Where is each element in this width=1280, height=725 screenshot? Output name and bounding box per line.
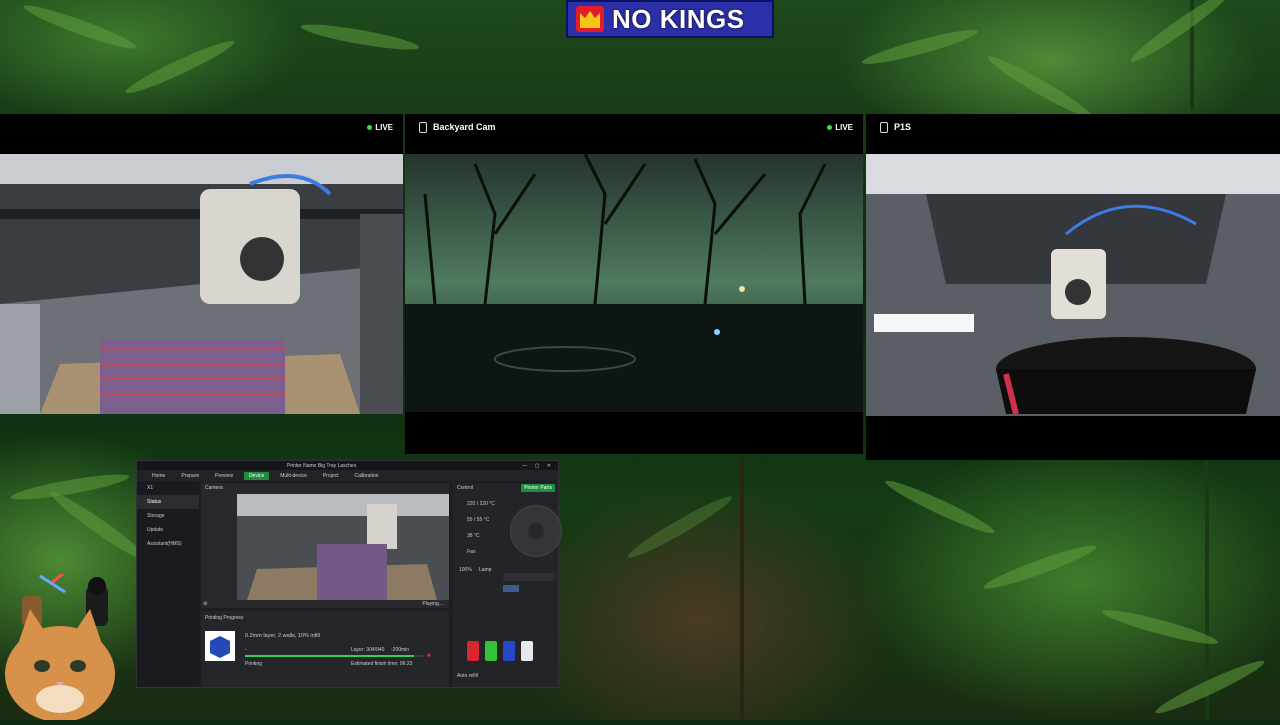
tab-device[interactable]: Device — [243, 471, 270, 480]
ams-slot-2[interactable] — [485, 641, 497, 661]
chamber-temp: 38 °C — [467, 533, 480, 539]
camera-icon — [880, 122, 888, 133]
window-title: Printer Name Big Tray Lasches — [287, 462, 357, 469]
playing-status: Playing... — [422, 601, 443, 607]
cam-header: Backyard Cam LIVE — [405, 114, 863, 154]
bambu-studio-window: Printer Name Big Tray Lasches — ▢ ✕ Home… — [136, 460, 562, 688]
progress-header: Printing Progress — [205, 615, 244, 621]
time-left: -200min — [391, 647, 410, 653]
extruder-controls[interactable] — [503, 573, 555, 581]
cam-title: P1S — [894, 122, 912, 132]
control-label: Control — [457, 485, 474, 491]
tab-project[interactable]: Project — [318, 472, 344, 480]
estimated-finish: Estimated finish time: 06:23 — [351, 661, 413, 667]
ams-slot-4[interactable] — [521, 641, 533, 661]
printer-feed-1 — [0, 154, 403, 414]
home-button[interactable] — [528, 523, 544, 539]
tab-home[interactable]: Home — [147, 472, 170, 480]
printing-progress-panel: Printing Progress 0.2mm layer, 2 walls, … — [201, 611, 449, 687]
no-kings-banner: NO KINGS — [566, 0, 774, 38]
layer-count: Layer: 304/940 — [351, 647, 385, 653]
live-indicator: LIVE — [367, 123, 393, 132]
control-panel: Control Printer Parts 220 / 220 °C 55 / … — [453, 483, 562, 687]
nozzle-temp[interactable]: 220 / 220 °C — [467, 501, 495, 507]
live-indicator: LIVE — [827, 123, 853, 132]
backyard-feed — [405, 154, 863, 412]
app-camera-view — [237, 494, 449, 600]
progress-track — [245, 655, 423, 657]
camera-icon — [419, 122, 427, 133]
tab-prepare[interactable]: Prepare — [176, 472, 204, 480]
bed-temp[interactable]: 55 / 55 °C — [467, 517, 489, 523]
app-tabbar: Home Prepare Preview Device Multi-device… — [137, 470, 558, 481]
window-controls[interactable]: — ▢ ✕ — [522, 463, 554, 469]
printer-parts-button[interactable]: Printer Parts — [521, 484, 555, 492]
banner-text: NO KINGS — [612, 3, 745, 34]
p1s-feed — [866, 154, 1280, 416]
ams-slot-1[interactable] — [467, 641, 479, 661]
sidebar-item-status[interactable]: Status — [137, 495, 199, 509]
crown-icon — [568, 2, 612, 36]
camera-label: Camera — [205, 485, 223, 491]
fan-label[interactable]: Fan — [467, 549, 476, 555]
jog-pad[interactable] — [510, 505, 562, 557]
stop-button[interactable]: ■ — [427, 653, 431, 659]
sidebar-item-assistant[interactable]: Assistant(HMS) — [137, 537, 199, 551]
app-titlebar: Printer Name Big Tray Lasches — ▢ ✕ — [137, 461, 558, 470]
sidebar-item-printer[interactable]: X1 — [137, 481, 199, 495]
ams-slot-3[interactable] — [503, 641, 515, 661]
printer-cam-1: LIVE — [0, 114, 403, 414]
app-sidebar: X1 Status Storage Update Assistant(HMS) — [137, 481, 199, 687]
tab-preview[interactable]: Preview — [210, 472, 238, 480]
tab-calibration[interactable]: Calibration — [349, 472, 383, 480]
ams-tab[interactable] — [503, 585, 519, 592]
progress-fill — [245, 655, 415, 657]
speed-label[interactable]: 100% — [459, 567, 472, 573]
tab-multi-device[interactable]: Multi-device — [275, 472, 312, 480]
auto-refill-label[interactable]: Auto refill — [457, 673, 478, 679]
print-status: Printing — [245, 661, 262, 667]
kitten-sticker — [0, 562, 136, 722]
job-name: 0.2mm layer, 2 walls, 10% infill — [245, 633, 320, 639]
camera-panel: Camera ⚙ Playing... — [201, 483, 449, 608]
lamp-label[interactable]: Lamp — [479, 567, 492, 573]
sidebar-item-storage[interactable]: Storage — [137, 509, 199, 523]
progress-percent: - — [245, 647, 247, 653]
cam-header: P1S — [866, 114, 1280, 154]
sidebar-item-update[interactable]: Update — [137, 523, 199, 537]
model-thumbnail — [205, 631, 235, 661]
cam-title: Backyard Cam — [433, 122, 496, 132]
p1s-cam: P1S — [866, 114, 1280, 460]
backyard-cam: Backyard Cam LIVE — [405, 114, 863, 454]
settings-icon[interactable]: ⚙ — [203, 601, 207, 607]
cam-header: LIVE — [0, 114, 403, 154]
